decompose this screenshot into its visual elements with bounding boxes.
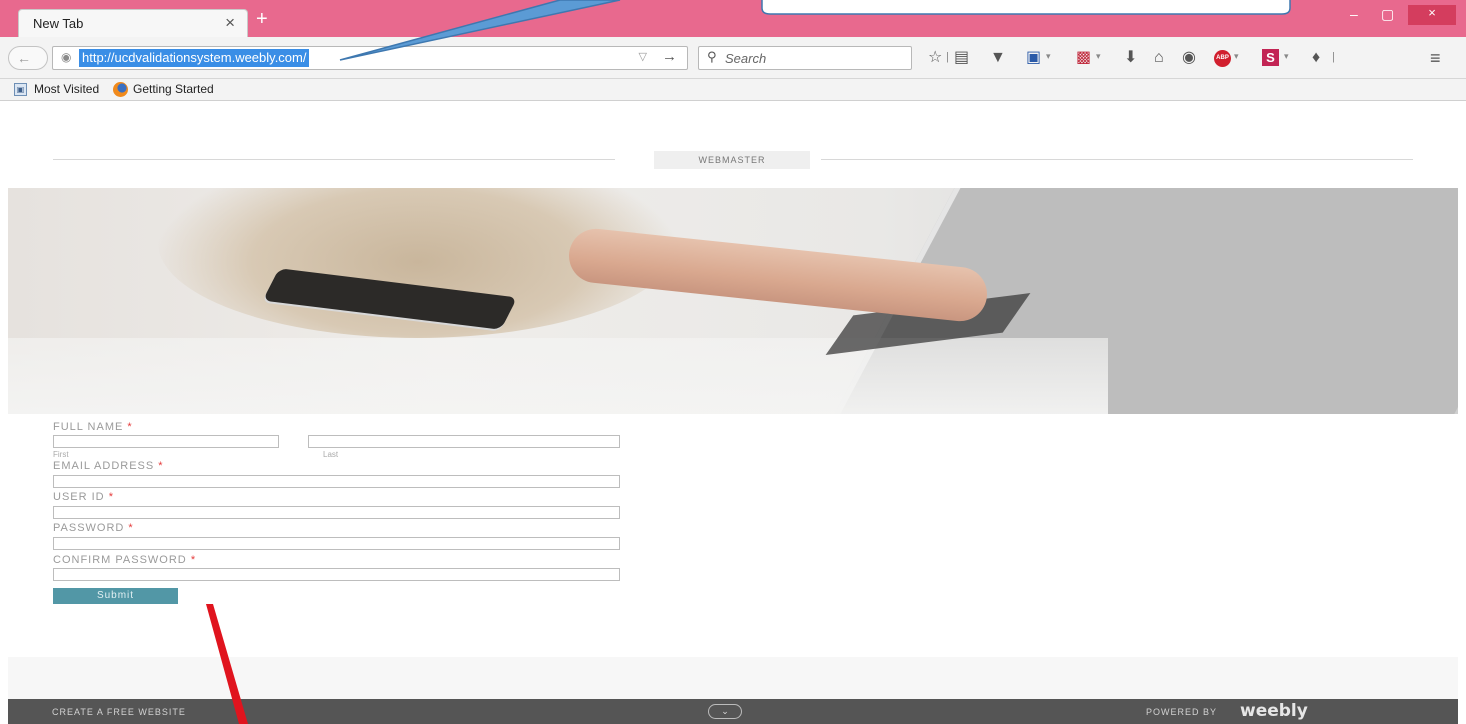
user-id-label: USER ID *: [53, 491, 114, 503]
navigation-toolbar: ← ◉ http://ucdvalidationsystem.weebly.co…: [0, 37, 1466, 79]
tab-new-tab[interactable]: New Tab ×: [18, 9, 248, 37]
tab-strip: New Tab × + – ▢ ×: [0, 0, 1466, 37]
save-dropdown-icon[interactable]: ▾: [1046, 51, 1051, 62]
home-icon[interactable]: ⌂: [1154, 49, 1164, 67]
submit-button[interactable]: Submit: [53, 588, 178, 604]
menu-icon[interactable]: ≡: [1430, 49, 1441, 67]
password-field[interactable]: [53, 537, 620, 550]
chat-icon[interactable]: ◉: [1182, 49, 1196, 67]
close-tab-icon[interactable]: ×: [225, 13, 235, 33]
addon-dropdown-icon[interactable]: ▾: [1096, 51, 1101, 62]
header-divider-left: [53, 159, 615, 160]
toolbar-separator: |: [946, 51, 949, 63]
full-name-label: FULL NAME *: [53, 421, 133, 433]
last-sublabel: Last: [323, 450, 339, 459]
new-tab-icon[interactable]: +: [256, 9, 268, 29]
url-history-dropdown-icon[interactable]: ▽: [639, 50, 647, 63]
first-sublabel: First: [53, 450, 69, 459]
weebly-logo[interactable]: weebly: [1240, 701, 1308, 721]
url-bar[interactable]: ◉ http://ucdvalidationsystem.weebly.com/…: [52, 46, 688, 70]
bookmark-getting-started[interactable]: Getting Started: [133, 82, 214, 96]
back-arrow-icon: ←: [17, 50, 31, 66]
reading-list-icon[interactable]: ▤: [954, 49, 969, 67]
pocket-icon[interactable]: ▼: [990, 49, 1006, 67]
go-arrow-icon[interactable]: →: [662, 48, 677, 65]
footer-spacer: [8, 657, 1458, 699]
web-page: WEBMASTER FULL NAME * First Last EMAIL A…: [8, 101, 1458, 724]
site-title[interactable]: WEBMASTER: [654, 151, 810, 169]
create-free-website-link[interactable]: CREATE A FREE WEBSITE: [52, 707, 186, 717]
hero-banner-image: [8, 188, 1458, 414]
s-addon-icon[interactable]: S: [1262, 49, 1279, 66]
user-id-field[interactable]: [53, 506, 620, 519]
header-divider-right: [821, 159, 1413, 160]
adblock-dropdown-icon[interactable]: ▾: [1234, 51, 1239, 62]
chevron-down-icon[interactable]: ⌄: [708, 704, 742, 719]
close-window-icon[interactable]: ×: [1408, 5, 1456, 25]
url-text[interactable]: http://ucdvalidationsystem.weebly.com/: [79, 49, 310, 67]
adblock-icon[interactable]: ABP: [1214, 50, 1231, 67]
maximize-icon[interactable]: ▢: [1381, 6, 1394, 22]
bookmark-star-icon[interactable]: ☆: [928, 49, 942, 67]
s-addon-dropdown-icon[interactable]: ▾: [1284, 51, 1289, 62]
tab-title: New Tab: [33, 16, 84, 31]
hero-desk: [8, 338, 1108, 414]
email-label: EMAIL ADDRESS *: [53, 460, 164, 472]
bookmark-most-visited[interactable]: Most Visited: [34, 82, 99, 96]
most-visited-icon: ▣: [14, 83, 27, 96]
last-name-input[interactable]: [308, 435, 620, 448]
confirm-password-field[interactable]: [53, 568, 620, 581]
search-box[interactable]: ⚲ Search: [698, 46, 912, 70]
extension-icon[interactable]: ♦: [1312, 49, 1320, 67]
firefox-icon: [113, 82, 128, 97]
email-field[interactable]: [53, 475, 620, 488]
toolbar-separator: |: [1332, 51, 1335, 63]
confirm-password-label: CONFIRM PASSWORD *: [53, 554, 197, 566]
addon-icon[interactable]: ▩: [1076, 49, 1091, 67]
password-label: PASSWORD *: [53, 522, 134, 534]
site-info-icon[interactable]: ◉: [61, 50, 71, 64]
download-icon[interactable]: ⬇: [1124, 49, 1137, 67]
back-button[interactable]: ←: [8, 46, 48, 70]
powered-by-label: POWERED BY: [1146, 707, 1218, 717]
first-name-input[interactable]: [53, 435, 279, 448]
search-icon: ⚲: [707, 49, 717, 64]
minimize-icon[interactable]: –: [1350, 6, 1358, 22]
bookmarks-bar: ▣ Most Visited Getting Started: [0, 79, 1466, 101]
save-icon[interactable]: ▣: [1026, 49, 1041, 67]
footer-bar: CREATE A FREE WEBSITE ⌄ POWERED BY weebl…: [8, 699, 1458, 724]
search-placeholder: Search: [725, 51, 767, 66]
